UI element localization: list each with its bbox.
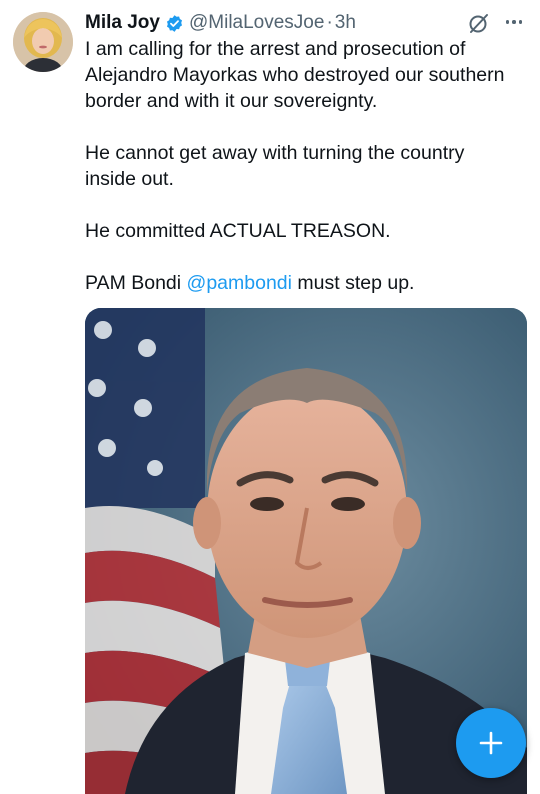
tweet-timestamp[interactable]: 3h <box>335 12 356 34</box>
author-handle[interactable]: @MilaLovesJoe <box>189 12 324 34</box>
compose-button[interactable] <box>456 708 526 778</box>
tweet-text: I am calling for the arrest and prosecut… <box>85 36 515 296</box>
tweet[interactable]: Mila Joy @MilaLovesJoe · 3h I am calling… <box>0 0 540 794</box>
grok-icon[interactable] <box>467 11 491 35</box>
tweet-paragraph: I am calling for the arrest and prosecut… <box>85 38 505 112</box>
tweet-text-segment: must step up. <box>291 272 415 294</box>
tweet-paragraph: PAM Bondi @pambondi must step up. <box>85 270 515 296</box>
verified-badge-icon <box>165 14 184 33</box>
tweet-text-segment: PAM Bondi <box>85 272 187 294</box>
tweet-photo[interactable] <box>85 308 527 794</box>
mention-link[interactable]: @pambondi <box>187 272 292 294</box>
tweet-paragraph: He cannot get away with turning the coun… <box>85 142 465 190</box>
tweet-paragraph: He committed ACTUAL TREASON. <box>85 220 391 242</box>
tweet-header: Mila Joy @MilaLovesJoe · 3h <box>85 10 356 36</box>
header-separator: · <box>326 12 333 33</box>
more-options-icon[interactable] <box>502 12 526 32</box>
plus-icon <box>479 731 503 755</box>
avatar[interactable] <box>13 12 73 72</box>
author-display-name[interactable]: Mila Joy <box>85 12 160 34</box>
